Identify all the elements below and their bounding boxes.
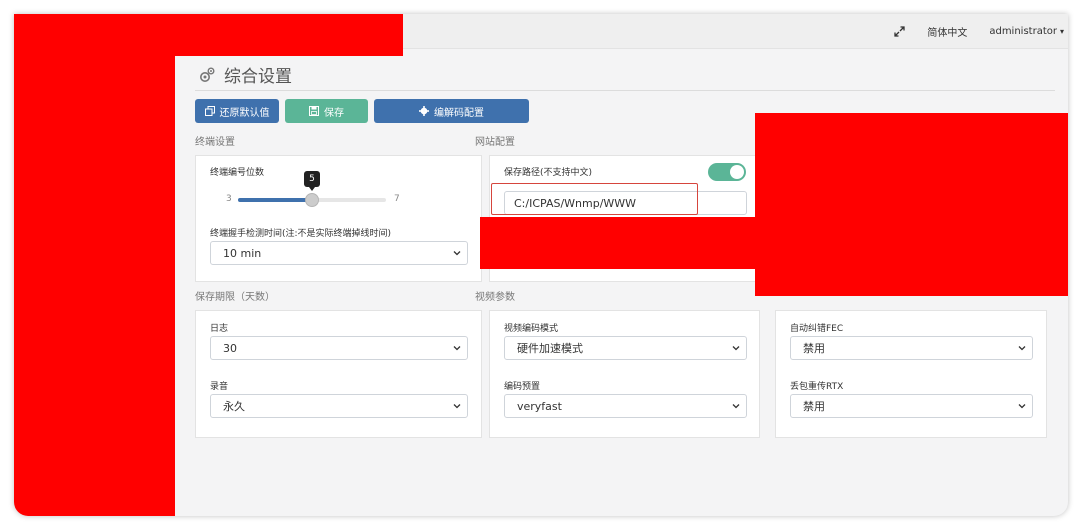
preset-select[interactable]: veryfast: [504, 394, 747, 418]
redaction-block-middle: [480, 217, 771, 269]
slider-tooltip: 5: [304, 171, 320, 191]
terminal-panel: 终端编号位数 3 5 7 终端握手检测时间(注:不是实际终端掉线时间) 10 m…: [195, 155, 482, 282]
save-path-label: 保存路径(不支持中文): [504, 168, 593, 178]
rtx-label: 丢包重传RTX: [790, 382, 844, 392]
handshake-label: 终端握手检测时间(注:不是实际终端掉线时间): [210, 229, 392, 239]
network-panel: 自动纠错FEC 禁用 丢包重传RTX 禁用: [775, 310, 1047, 438]
save-button[interactable]: 保存: [285, 99, 368, 123]
redaction-block-right: [755, 113, 1068, 296]
chevron-down-icon: [732, 404, 740, 409]
slider-min-label: 3: [226, 194, 232, 204]
redaction-block-left: [14, 14, 175, 516]
id-digits-label: 终端编号位数: [210, 168, 265, 178]
chevron-down-icon: [453, 251, 461, 256]
audio-value: 永久: [223, 400, 245, 413]
video-mode-select[interactable]: 硬件加速模式: [504, 336, 747, 360]
retention-panel: 日志 30 录音 永久: [195, 310, 482, 438]
gear-icon: [419, 106, 429, 116]
chevron-down-icon: [453, 404, 461, 409]
terminal-section-title: 终端设置: [195, 137, 235, 148]
slider-handle[interactable]: [305, 193, 319, 207]
handshake-select[interactable]: 10 min: [210, 241, 468, 265]
fec-value: 禁用: [803, 342, 825, 355]
video-mode-value: 硬件加速模式: [517, 342, 583, 355]
codec-config-label: 编解码配置: [434, 107, 484, 119]
rtx-select[interactable]: 禁用: [790, 394, 1033, 418]
codec-config-button[interactable]: 编解码配置: [374, 99, 529, 123]
handshake-value: 10 min: [223, 246, 262, 260]
app-window: 简体中文 administrator ▾ 综合设置 还原默认值 保存 编解码配置…: [14, 14, 1068, 516]
audio-label: 录音: [210, 382, 229, 392]
preset-label: 编码预置: [504, 382, 541, 392]
video-panel: 视频编码模式 硬件加速模式 编码预置 veryfast: [489, 310, 760, 438]
page-title: 综合设置: [198, 62, 292, 87]
title-divider: [195, 90, 1055, 91]
retention-section-title: 保存期限（天数）: [195, 292, 275, 303]
page-title-text: 综合设置: [224, 67, 292, 87]
save-path-highlight: [491, 183, 698, 215]
rtx-value: 禁用: [803, 400, 825, 413]
fec-label: 自动纠错FEC: [790, 324, 844, 334]
audio-select[interactable]: 永久: [210, 394, 468, 418]
site-section-title: 网站配置: [475, 137, 515, 148]
slider-max-label: 7: [394, 194, 400, 204]
chevron-down-icon: [1018, 404, 1026, 409]
save-label: 保存: [324, 107, 344, 119]
log-value: 30: [223, 341, 237, 355]
fec-select[interactable]: 禁用: [790, 336, 1033, 360]
video-section-title: 视频参数: [475, 292, 515, 303]
preset-value: veryfast: [517, 399, 562, 413]
chevron-down-icon: [453, 346, 461, 351]
gears-icon: [200, 67, 215, 82]
copy-icon: [204, 106, 215, 116]
log-label: 日志: [210, 324, 229, 334]
chevron-down-icon: [732, 346, 740, 351]
save-icon: [309, 106, 319, 116]
restore-defaults-label: 还原默认值: [219, 107, 270, 119]
video-mode-label: 视频编码模式: [504, 324, 559, 334]
restore-defaults-button[interactable]: 还原默认值: [195, 99, 279, 123]
save-path-toggle[interactable]: [708, 163, 746, 181]
slider-fill: [238, 198, 312, 202]
log-select[interactable]: 30: [210, 336, 468, 360]
chevron-down-icon: [1018, 346, 1026, 351]
toggle-knob: [730, 165, 744, 179]
